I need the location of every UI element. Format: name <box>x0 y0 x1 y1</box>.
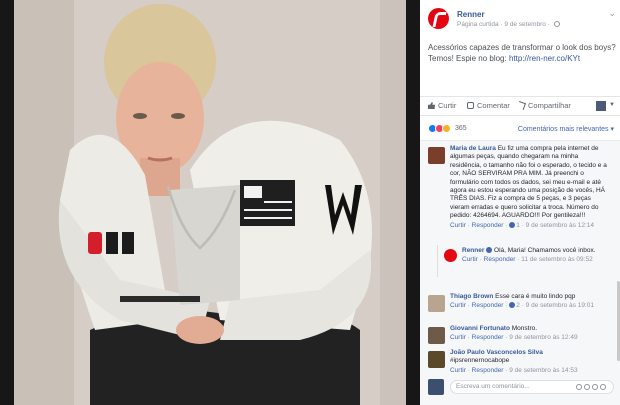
comment-time[interactable]: 9 de setembro às 12:49 <box>509 334 577 341</box>
reply-time[interactable]: 11 de setembro às 09:52 <box>521 256 592 263</box>
comment-like-link[interactable]: Curtir <box>450 302 466 309</box>
photo-right-edge <box>406 0 420 405</box>
comment-meta: Curtir · Responder · 9 de setembro às 14… <box>450 366 578 374</box>
comment-tools <box>574 384 608 392</box>
comment-text: Eu fiz uma compra pela internet de algum… <box>450 145 607 220</box>
comment-button[interactable]: Comentar <box>467 101 510 110</box>
post-meta-text: Página curtida · 9 de setembro · <box>457 21 550 28</box>
comment-item: Thiago Brown Esse cara é muito lindo pqp… <box>428 293 614 321</box>
comment-text: #ipsrennernocabope <box>450 357 510 365</box>
wow-reaction-icon <box>442 124 451 133</box>
reaction-count[interactable]: 365 <box>455 125 467 132</box>
comment-time[interactable]: 9 de setembro às 14:53 <box>509 367 577 374</box>
commenter-name[interactable]: Giovanni Fortunato <box>450 325 510 332</box>
emoji-icon[interactable] <box>576 384 582 390</box>
reactions-bar: 365 Comentários mais relevantes ▾ <box>420 120 620 136</box>
reply-author-name[interactable]: Renner <box>462 247 484 254</box>
like-label: Curtir <box>438 101 457 110</box>
globe-icon <box>553 21 560 27</box>
sticker-icon[interactable] <box>600 384 606 390</box>
acting-as-avatar[interactable] <box>596 101 606 111</box>
comment-body: Giovanni Fortunato Monstro. Curtir · Res… <box>450 325 608 342</box>
share-label: Compartilhar <box>528 101 571 110</box>
share-arrow-icon <box>517 101 526 110</box>
post-header: Renner Página curtida · 9 de setembro · … <box>428 8 616 32</box>
like-count-icon <box>509 221 516 228</box>
comments-list: Maria de Laura Eu fiz uma compra pela in… <box>420 140 620 405</box>
comment-time[interactable]: 9 de setembro às 19:01 <box>526 302 594 309</box>
comment-body: João Paulo Vasconcelos Silva #ipsrennern… <box>450 349 608 375</box>
write-comment-row: Escreva um comentário... <box>428 378 614 396</box>
comment-meta: Curtir · Responder · 9 de setembro às 12… <box>450 334 578 342</box>
thread-line <box>437 245 438 277</box>
share-button[interactable]: Compartilhar <box>517 101 571 110</box>
comment-like-count: 1 <box>516 221 520 229</box>
commenter-avatar[interactable] <box>428 147 445 164</box>
post-meta: Página curtida · 9 de setembro · <box>457 21 560 28</box>
commenter-name[interactable]: Thiago Brown <box>450 293 493 300</box>
page-name-link[interactable]: Renner <box>457 10 485 19</box>
commenter-avatar[interactable] <box>428 327 445 344</box>
reply-text: Olá, Maria! Chamamos você inbox. <box>494 247 596 254</box>
renner-logo-avatar[interactable] <box>428 8 449 29</box>
comment-body: Thiago Brown Esse cara é muito lindo pqp… <box>450 293 608 310</box>
comment-reply-link[interactable]: Responder <box>472 302 504 309</box>
comment-sort-dropdown[interactable]: Comentários mais relevantes ▾ <box>518 125 614 133</box>
like-button[interactable]: Curtir <box>428 101 456 110</box>
reply-meta: Curtir · Responder · 11 de setembro às 0… <box>462 256 593 264</box>
verified-badge-icon <box>486 247 493 253</box>
commenter-avatar[interactable] <box>428 295 445 312</box>
comment-like-link[interactable]: Curtir <box>450 222 466 229</box>
post-photo[interactable] <box>0 0 420 405</box>
comment-meta: Curtir · Responder · 2 · 9 de setembro à… <box>450 302 594 310</box>
current-user-avatar <box>428 379 444 395</box>
comment-like-count: 2 <box>516 302 520 310</box>
comment-reply-link[interactable]: Responder <box>472 334 504 341</box>
commenter-name[interactable]: João Paulo Vasconcelos Silva <box>450 349 543 356</box>
comment-reply-link[interactable]: Responder <box>472 367 504 374</box>
reply-reply-link[interactable]: Responder <box>484 256 516 263</box>
comment-item: João Paulo Vasconcelos Silva #ipsrennern… <box>428 349 614 379</box>
camera-icon[interactable] <box>584 384 590 390</box>
commenter-avatar[interactable] <box>428 351 445 368</box>
reply-like-link[interactable]: Curtir <box>462 256 478 263</box>
gif-icon[interactable] <box>592 384 598 390</box>
renner-reply-avatar[interactable] <box>444 249 457 262</box>
comment-input-placeholder: Escreva um comentário... <box>456 383 530 390</box>
comment-text: Monstro. <box>511 325 538 332</box>
comment-like-link[interactable]: Curtir <box>450 367 466 374</box>
comment-input[interactable]: Escreva um comentário... <box>450 380 614 394</box>
comment-reply-link[interactable]: Responder <box>472 222 504 229</box>
blog-link[interactable]: http://ren-ner.co/KYt <box>509 54 580 63</box>
comment-body: Maria de Laura Eu fiz uma compra pela in… <box>450 145 608 230</box>
commenter-name[interactable]: Maria de Laura <box>450 145 496 152</box>
comment-label: Comentar <box>477 101 510 110</box>
comment-text: Esse cara é muito lindo pqp <box>495 293 576 300</box>
chevron-down-icon[interactable]: ⌄ <box>608 8 616 19</box>
post-caption: Acessórios capazes de transformar o look… <box>428 42 616 64</box>
photo-illustration <box>14 0 420 405</box>
comment-item: Giovanni Fortunato Monstro. Curtir · Res… <box>428 325 614 347</box>
speech-bubble-icon <box>467 102 474 109</box>
comment-meta: Curtir · Responder · 1 · 9 de setembro à… <box>450 221 594 229</box>
reply-item: Renner Olá, Maria! Chamamos você inbox. … <box>444 247 614 281</box>
reply-body: Renner Olá, Maria! Chamamos você inbox. … <box>462 247 612 264</box>
comment-like-link[interactable]: Curtir <box>450 334 466 341</box>
comment-time[interactable]: 9 de setembro às 12:14 <box>526 222 594 229</box>
caret-down-icon[interactable]: ▼ <box>609 102 615 108</box>
comment-item: Maria de Laura Eu fiz uma compra pela in… <box>428 145 614 245</box>
post-side-panel: Renner Página curtida · 9 de setembro · … <box>420 0 620 405</box>
like-count-icon <box>509 302 516 309</box>
thumbs-up-icon <box>428 102 435 109</box>
post-action-bar: Curtir Comentar Compartilhar ▼ <box>420 96 620 116</box>
